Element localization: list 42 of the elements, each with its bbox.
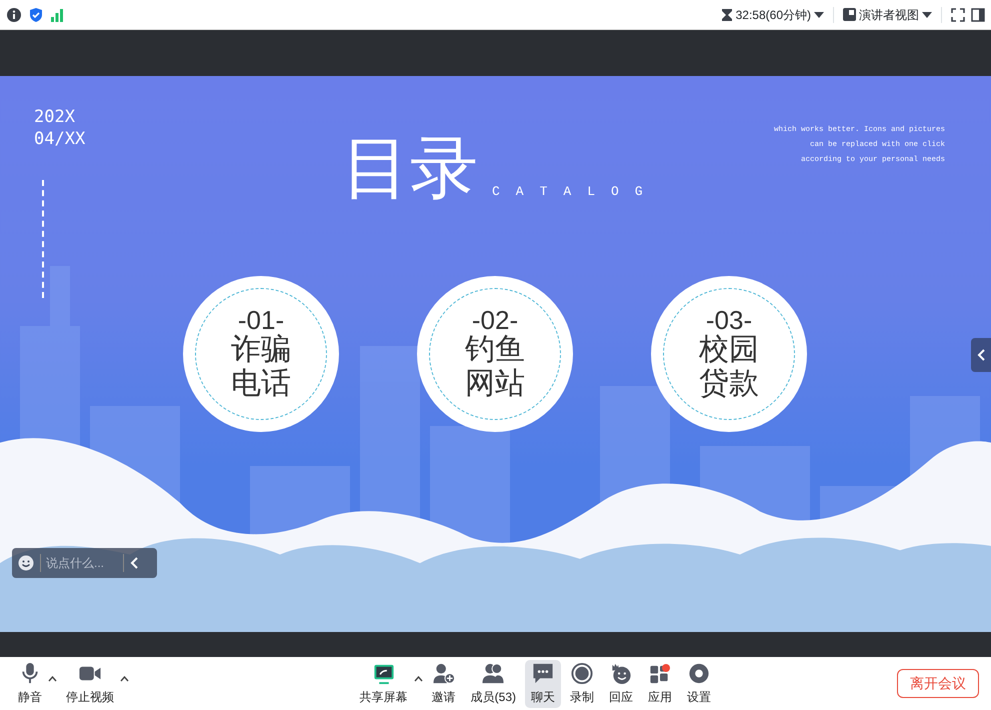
people-icon: [481, 662, 506, 684]
caret-icon: [922, 12, 932, 18]
chat-input-field[interactable]: 说点什么...: [12, 548, 157, 578]
side-panel-icon[interactable]: [971, 8, 985, 22]
mute-button[interactable]: 静音: [12, 660, 48, 708]
view-mode-button[interactable]: 演讲者视图: [843, 6, 932, 24]
topic-number: -01-: [238, 306, 284, 332]
topic-title: 校园贷款: [698, 332, 760, 402]
caret-icon: [814, 12, 824, 18]
chat-bubble-icon: [531, 662, 555, 684]
members-button[interactable]: 成员(53): [464, 660, 522, 708]
fullscreen-icon[interactable]: [951, 8, 965, 22]
leave-meeting-button[interactable]: 离开会议: [897, 669, 979, 698]
side-panel-tab[interactable]: [971, 338, 991, 372]
stop-video-button[interactable]: 停止视频: [60, 660, 120, 708]
settings-button[interactable]: 设置: [681, 660, 717, 708]
caret-up-icon[interactable]: [48, 676, 57, 682]
record-button[interactable]: 录制: [564, 660, 600, 708]
share-screen-button[interactable]: 共享屏幕: [354, 660, 414, 708]
caret-up-icon[interactable]: [414, 676, 423, 682]
slide-subtitle: CATALOG: [492, 183, 659, 201]
slide-title: 目录: [342, 129, 478, 208]
topic-title: 诈骗电话: [230, 332, 292, 402]
collapse-chevron-icon[interactable]: [130, 557, 138, 569]
info-icon[interactable]: [6, 6, 22, 22]
shield-icon[interactable]: [28, 6, 44, 22]
add-person-icon: [432, 662, 456, 684]
timer-button[interactable]: 32:58(60分钟): [720, 6, 824, 24]
apps-button[interactable]: 应用: [642, 660, 678, 708]
react-button[interactable]: 回应: [603, 660, 639, 708]
chevron-left-icon: [977, 349, 985, 361]
layout-icon: [843, 8, 856, 21]
emoji-icon[interactable]: [18, 555, 34, 571]
hourglass-icon: [720, 8, 733, 22]
topic-number: -02-: [472, 306, 518, 332]
topic-number: -03-: [706, 306, 752, 332]
date-text: 202X 04/XX: [34, 106, 86, 150]
caret-up-icon[interactable]: [120, 676, 129, 682]
chat-button[interactable]: 聊天: [525, 660, 561, 708]
topic-title: 钓鱼网站: [464, 332, 526, 402]
invite-button[interactable]: 邀请: [426, 660, 462, 708]
record-icon: [570, 662, 594, 684]
